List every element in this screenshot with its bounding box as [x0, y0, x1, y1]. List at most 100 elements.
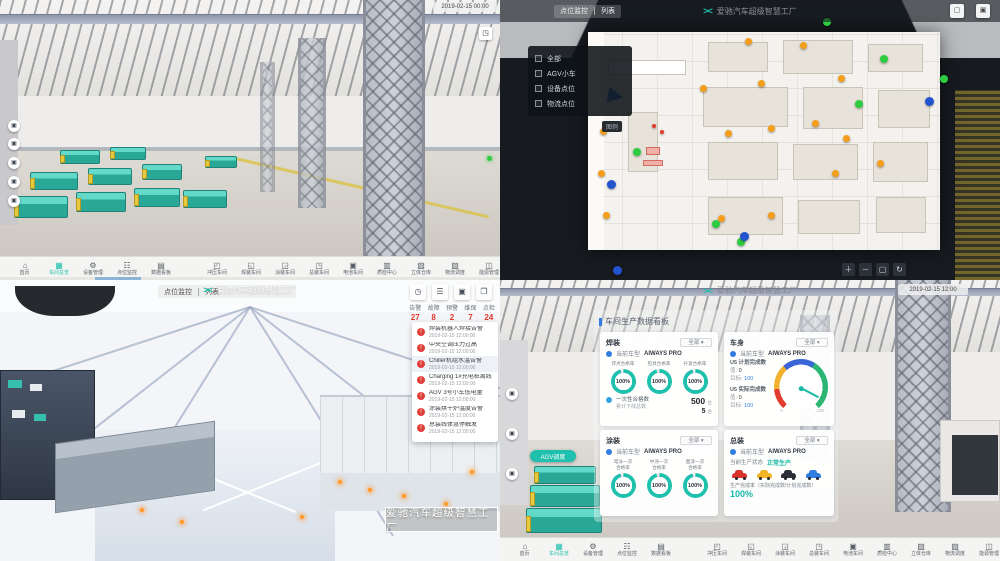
agv-dispatch-button[interactable]: AGV调度 — [530, 450, 576, 462]
toolbar-item[interactable]: ◰ 冲压车间 — [700, 542, 734, 558]
toolbar-item[interactable]: ◰ 冲压车间 — [200, 261, 234, 277]
agv-cart[interactable] — [110, 147, 146, 160]
chip-divider — [594, 7, 595, 15]
poi-marker[interactable]: ▣ — [8, 157, 20, 169]
filter-dropdown[interactable]: 全部 ▾ — [680, 436, 712, 445]
toolbar-item[interactable]: ☷ 点位监控 — [110, 261, 144, 277]
toolbar-item[interactable]: ◳ 总装车间 — [302, 261, 336, 277]
map-status-point[interactable] — [613, 266, 622, 275]
filter-dropdown[interactable]: 全部 ▾ — [680, 338, 712, 347]
expand-button[interactable]: ◳ — [479, 27, 492, 40]
window-button[interactable]: ▢ — [950, 4, 964, 18]
toolbar-item[interactable]: ▣ 电池车间 — [836, 542, 870, 558]
window-button[interactable]: ☰ — [432, 284, 448, 300]
viewport-production-line-3d[interactable]: 点位监控 列表 >< 爱驰汽车超级智慧工厂 ◷☰▣❐ 告警 27 故障 8 — [0, 280, 500, 561]
toolbar-item[interactable]: ◱ 焊装车间 — [734, 542, 768, 558]
toolbar-item[interactable]: ▨ 物流调度 — [938, 542, 972, 558]
poi-marker[interactable]: ▣ — [8, 138, 20, 150]
legend-collapse-button[interactable]: 图例 — [602, 121, 622, 132]
agv-cart[interactable] — [530, 485, 600, 507]
toolbar-item[interactable]: ⌂ 首页 — [8, 261, 42, 277]
viewport-dashboard-3d[interactable]: AGV调度 ▣ ▣ ▣ >< 爱驰汽车超级智慧工厂 2019-02-15 12:… — [500, 280, 1000, 561]
view-mode-chip[interactable]: 点位监控 列表 — [158, 285, 296, 298]
poi-marker-icon: ▣ — [509, 391, 515, 397]
toolbar-item[interactable]: ◲ 涂装车间 — [768, 542, 802, 558]
poi-marker[interactable]: ▣ — [506, 428, 518, 440]
window-button[interactable]: ❐ — [476, 284, 492, 300]
viewport-plant-map[interactable]: 全部 AGV小车 设备点位 物流点位 图例 — [500, 0, 1000, 280]
toolbar-item[interactable]: ◫ 能源管理 — [472, 261, 500, 277]
agv-cart[interactable] — [534, 466, 596, 484]
alarm-stat[interactable]: 告警 27 — [406, 305, 424, 322]
alarm-stat[interactable]: 维保 7 — [461, 305, 479, 322]
viewport-warehouse-3d[interactable]: ▣ ▣ ▣ ▣ ▣ 2019-02-15 00:00 ◳ ⌂ 首页 — [0, 0, 500, 280]
alarm-stat[interactable]: 点检 24 — [480, 305, 498, 322]
agv-cart[interactable] — [76, 192, 126, 212]
toolbar-item[interactable]: ▦ 车间总览 — [42, 261, 76, 277]
map-control-button[interactable]: ▢ — [876, 263, 889, 276]
alarm-list-panel[interactable]: ! 焊装机器人焊接告警 2019-02-15 12:00:00 ! 中央空调压力… — [412, 322, 498, 442]
toolbar-item[interactable]: ◳ 总装车间 — [802, 542, 836, 558]
window-button[interactable]: ▣ — [454, 284, 470, 300]
filter-dropdown[interactable]: 全部 ▾ — [796, 436, 828, 445]
toolbar-item[interactable]: ▤ 数据看板 — [144, 261, 178, 277]
filter-dropdown[interactable]: 全部 ▾ — [796, 338, 828, 347]
agv-cart[interactable] — [183, 190, 227, 208]
agv-cart[interactable] — [88, 168, 132, 185]
toolbar-item[interactable]: ▥ 质检中心 — [370, 261, 404, 277]
agv-cart[interactable] — [134, 188, 180, 207]
toolbar-item[interactable]: ▥ 质检中心 — [870, 542, 904, 558]
toolbar-item[interactable]: ◱ 焊装车间 — [234, 261, 268, 277]
toolbar-item[interactable]: ▤ 数据看板 — [644, 542, 678, 558]
map-control-button[interactable]: ↻ — [893, 263, 906, 276]
poi-marker[interactable]: ▣ — [506, 388, 518, 400]
factory-floor-plan[interactable] — [588, 32, 940, 250]
alarm-stat[interactable]: 预警 2 — [443, 305, 461, 322]
agv-cart[interactable] — [60, 150, 100, 164]
map-control-button[interactable]: － — [859, 263, 872, 276]
toolbar-item[interactable]: ◫ 能源管理 — [972, 542, 1000, 558]
toolbar-item[interactable]: ▧ 立体仓库 — [404, 261, 438, 277]
toolbar-item[interactable]: ⚙ 设备管理 — [576, 542, 610, 558]
poi-marker[interactable]: ▣ — [506, 468, 518, 480]
toolbar-item[interactable]: ▣ 电池车间 — [336, 261, 370, 277]
toolbar-item[interactable]: ⚙ 设备管理 — [76, 261, 110, 277]
poi-marker[interactable]: ▣ — [8, 176, 20, 188]
toolbar-item[interactable]: ▨ 物流调度 — [438, 261, 472, 277]
window-button[interactable]: ◷ — [410, 284, 426, 300]
alarm-list-item[interactable]: ! 总装线体急停触发 2019-02-15 12:00:00 — [412, 420, 498, 436]
alarm-list-item[interactable]: ! 焊装机器人焊接告警 2019-02-15 12:00:00 — [412, 324, 498, 340]
agv-cart[interactable] — [142, 164, 182, 180]
map-control-button[interactable]: ＋ — [842, 263, 855, 276]
legend-row[interactable]: 全部 — [535, 51, 625, 66]
alarm-list-item[interactable]: ! AGV 3号小车低电量 2019-02-15 12:00:00 — [412, 388, 498, 404]
alarm-list-item[interactable]: ! Chiller机组水温告警 2019-02-15 12:00:00 — [412, 356, 498, 372]
agv-cart[interactable] — [14, 196, 68, 218]
alarm-list-item[interactable]: ! 涂装烘干炉温度告警 2019-02-15 12:00:00 — [412, 404, 498, 420]
warning-glow — [140, 508, 144, 512]
alarm-stat[interactable]: 故障 8 — [424, 305, 442, 322]
legend-checkbox[interactable] — [535, 70, 542, 77]
toolbar-item[interactable]: ⌂ 首页 — [508, 542, 542, 558]
agv-cart[interactable] — [205, 156, 237, 168]
toolbar-item[interactable]: ▦ 车间总览 — [542, 542, 576, 558]
view-mode-chip[interactable]: 点位监控 列表 — [554, 5, 621, 18]
poi-marker[interactable]: ▣ — [8, 195, 20, 207]
legend-checkbox[interactable] — [535, 55, 542, 62]
map-status-point[interactable] — [940, 75, 948, 83]
alarm-list-item[interactable]: ! Charging 1#充电桩离线 2019-02-15 12:00:00 — [412, 372, 498, 388]
toolbar-item[interactable]: ◲ 涂装车间 — [268, 261, 302, 277]
poi-marker[interactable]: ▣ — [8, 120, 20, 132]
toolbar-item[interactable]: ☷ 点位监控 — [610, 542, 644, 558]
legend-row[interactable]: 物流点位 — [535, 96, 625, 111]
legend-checkbox[interactable] — [535, 85, 542, 92]
toolbar-item-icon: ◫ — [485, 261, 493, 270]
legend-checkbox[interactable] — [535, 100, 542, 107]
legend-row[interactable]: AGV小车 — [535, 66, 625, 81]
legend-row[interactable]: 设备点位 — [535, 81, 625, 96]
agv-cart[interactable] — [30, 172, 78, 190]
window-button[interactable]: ▣ — [976, 4, 990, 18]
alarm-list-item[interactable]: ! 中央空调压力过高 2019-02-15 12:00:00 — [412, 340, 498, 356]
agv-cart[interactable] — [526, 508, 602, 533]
toolbar-item[interactable]: ▧ 立体仓库 — [904, 542, 938, 558]
